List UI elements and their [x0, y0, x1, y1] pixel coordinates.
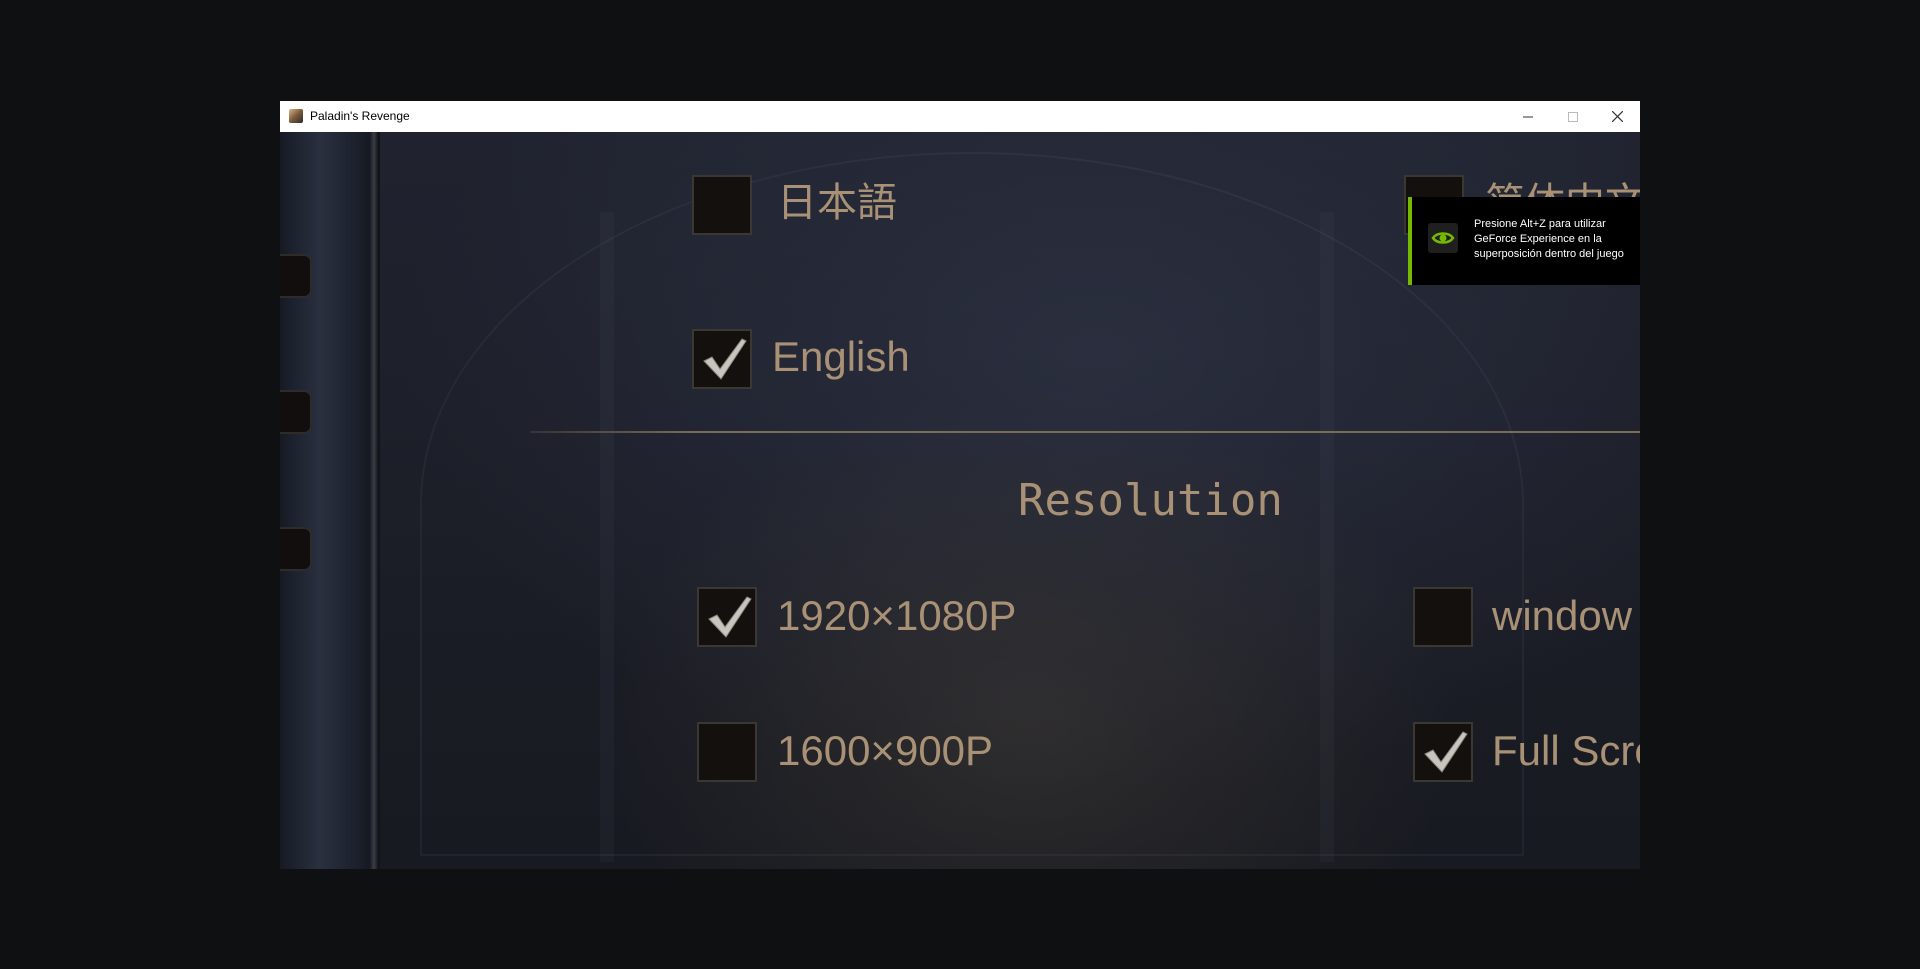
checkbox-window[interactable] [1413, 587, 1473, 647]
background-pillar [600, 212, 614, 862]
side-menu-tab[interactable] [280, 390, 312, 434]
checkmark-icon [708, 596, 752, 638]
app-icon [289, 109, 303, 123]
checkbox-full-screen[interactable] [1413, 722, 1473, 782]
option-label-japanese: 日本語 [777, 180, 897, 226]
maximize-button[interactable] [1550, 101, 1595, 132]
side-menu-tab[interactable] [280, 527, 312, 571]
checkmark-icon [1424, 731, 1468, 773]
overlay-message: Presione Alt+Z para utilizar GeForce Exp… [1474, 218, 1624, 260]
option-label-full-screen: Full Screen [1492, 727, 1640, 774]
side-menu-panel [280, 132, 380, 869]
minimize-icon [1522, 116, 1533, 117]
option-label-1600x900: 1600×900P [777, 727, 994, 774]
close-button[interactable] [1595, 101, 1640, 132]
checkbox-1600x900[interactable] [697, 722, 757, 782]
option-label-english: English [772, 333, 910, 380]
maximize-icon [1567, 111, 1578, 122]
checkbox-1920x1080[interactable] [697, 587, 757, 647]
title-bar[interactable]: Paladin's Revenge [280, 101, 1640, 132]
checkmark-icon [703, 338, 747, 380]
geforce-overlay-toast: Presione Alt+Z para utilizar GeForce Exp… [1408, 197, 1640, 285]
checkbox-japanese[interactable] [692, 175, 752, 235]
game-window: Paladin's Revenge 日本語 English 简 [280, 101, 1640, 869]
checkbox-english[interactable] [692, 329, 752, 389]
option-label-1920x1080: 1920×1080P [777, 592, 1017, 639]
side-menu-tab[interactable] [280, 254, 312, 298]
panel-rail [370, 132, 378, 869]
resolution-title: Resolution [1018, 475, 1283, 526]
minimize-button[interactable] [1505, 101, 1550, 132]
window-title: Paladin's Revenge [310, 109, 410, 123]
nvidia-eye-icon [1428, 223, 1458, 253]
option-label-window: window [1492, 592, 1633, 639]
background-pillar [1320, 212, 1334, 862]
close-icon [1612, 111, 1623, 122]
section-divider [530, 431, 1640, 433]
